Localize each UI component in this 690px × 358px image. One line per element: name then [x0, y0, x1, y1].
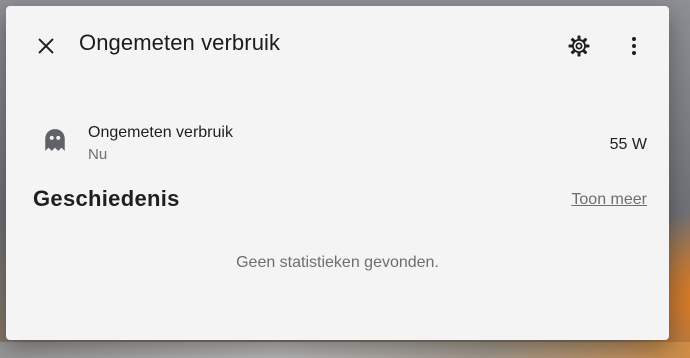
- no-statistics-message: Geen statistieken gevonden.: [236, 254, 439, 271]
- close-button[interactable]: [26, 26, 66, 66]
- history-heading: Geschiedenis: [33, 186, 180, 211]
- settings-button[interactable]: [559, 26, 599, 66]
- entity-row[interactable]: Ongemeten verbruik Nu 55 W: [6, 114, 669, 170]
- close-icon: [38, 38, 54, 54]
- entity-name: Ongemeten verbruik: [88, 124, 233, 141]
- ghost-icon: [45, 129, 65, 151]
- overflow-menu-button[interactable]: [614, 26, 654, 66]
- more-vertical-icon: [632, 37, 636, 55]
- dialog-header: Ongemeten verbruik: [6, 6, 669, 86]
- entity-state-value: 55 W: [609, 136, 647, 153]
- dialog-title: Ongemeten verbruik: [79, 30, 281, 55]
- more-info-dialog: Ongemeten verbruik Ongemeten verbruik Nu…: [6, 6, 669, 340]
- gear-icon: [568, 35, 590, 57]
- backdrop-strip: [0, 342, 690, 358]
- show-more-link[interactable]: Toon meer: [571, 191, 647, 209]
- entity-secondary-info: Nu: [88, 146, 108, 163]
